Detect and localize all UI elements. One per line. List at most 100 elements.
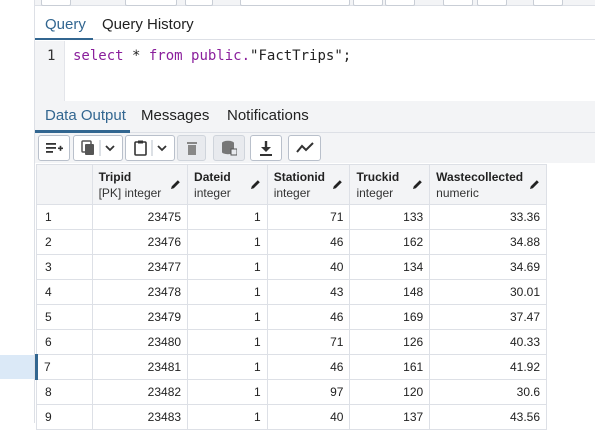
line-gutter: 1 xyxy=(35,41,65,101)
row-number-header[interactable] xyxy=(36,164,93,205)
row-number[interactable]: 2 xyxy=(36,229,93,255)
table-row[interactable]: 5 23479 1 46 169 37.47 xyxy=(36,304,547,330)
table-cell[interactable]: 37.47 xyxy=(429,304,547,330)
table-body: 1 23475 1 71 133 33.36 2 23476 1 46 162 34.88 3 23477… xyxy=(35,204,547,430)
table-cell[interactable]: 43 xyxy=(266,279,351,305)
column-header-wastecollected[interactable]: Wastecollected numeric xyxy=(429,164,547,205)
table-cell[interactable]: 162 xyxy=(349,229,431,255)
table-cell[interactable]: 1 xyxy=(187,379,268,405)
table-cell[interactable]: 23475 xyxy=(91,204,189,230)
table-cell[interactable]: 126 xyxy=(349,329,431,355)
table-cell[interactable]: 23482 xyxy=(91,379,189,405)
table-row[interactable]: 6 23480 1 71 126 40.33 xyxy=(36,329,547,355)
table-cell[interactable]: 1 xyxy=(187,279,268,305)
table-cell[interactable]: 23481 xyxy=(91,354,189,380)
table-cell[interactable]: 34.69 xyxy=(429,254,547,280)
row-number[interactable]: 7 xyxy=(35,354,93,380)
graph-visualiser-button[interactable] xyxy=(288,135,321,161)
column-name: Wastecollected xyxy=(436,170,524,184)
table-cell[interactable]: 23483 xyxy=(91,404,189,430)
table-cell[interactable]: 161 xyxy=(349,354,431,380)
table-cell[interactable]: 40.33 xyxy=(429,329,547,355)
tab-query[interactable]: Query xyxy=(45,16,86,33)
edit-icon[interactable] xyxy=(170,179,181,190)
tab-query-history[interactable]: Query History xyxy=(102,16,194,33)
row-number[interactable]: 6 xyxy=(36,329,93,355)
table-cell[interactable]: 1 xyxy=(187,254,268,280)
table-cell[interactable]: 1 xyxy=(187,229,268,255)
table-cell[interactable]: 43.56 xyxy=(429,404,547,430)
download-button[interactable] xyxy=(250,135,282,161)
keyword-select: select xyxy=(73,48,124,64)
table-cell[interactable]: 30.01 xyxy=(429,279,547,305)
table-cell[interactable]: 97 xyxy=(266,379,351,405)
table-cell[interactable]: 1 xyxy=(187,304,268,330)
table-cell[interactable]: 34.88 xyxy=(429,229,547,255)
row-number[interactable]: 4 xyxy=(36,279,93,305)
column-header-dateid[interactable]: Dateid integer xyxy=(187,164,268,205)
table-cell[interactable]: 1 xyxy=(187,329,268,355)
table-cell[interactable]: 23477 xyxy=(91,254,189,280)
delete-icon xyxy=(186,142,197,155)
table-cell[interactable]: 71 xyxy=(266,204,351,230)
add-row-button[interactable] xyxy=(38,135,70,161)
table-row[interactable]: 8 23482 1 97 120 30.6 xyxy=(36,379,547,405)
table-cell[interactable]: 1 xyxy=(187,354,268,380)
row-number[interactable]: 8 xyxy=(36,379,93,405)
column-type: numeric xyxy=(436,186,479,200)
table-cell[interactable]: 1 xyxy=(187,204,268,230)
table-cell[interactable]: 71 xyxy=(266,329,351,355)
table-cell[interactable]: 46 xyxy=(266,229,351,255)
table-cell[interactable]: 133 xyxy=(349,204,431,230)
table-row[interactable]: 9 23483 1 40 137 43.56 xyxy=(36,404,547,430)
table-cell[interactable]: 40 xyxy=(266,254,351,280)
row-number[interactable]: 3 xyxy=(36,254,93,280)
paste-button[interactable] xyxy=(125,135,175,161)
table-cell[interactable]: 137 xyxy=(349,404,431,430)
table-cell[interactable]: 23480 xyxy=(91,329,189,355)
table-cell[interactable]: 33.36 xyxy=(429,204,547,230)
column-header-truckid[interactable]: Truckid integer xyxy=(349,164,431,205)
explorer-selected-item[interactable] xyxy=(0,355,34,379)
sql-editor[interactable]: 1 select * from public."FactTrips"; xyxy=(35,41,595,101)
table-cell[interactable]: 46 xyxy=(266,354,351,380)
column-header-stationid[interactable]: Stationid integer xyxy=(266,164,351,205)
column-header-tripid[interactable]: Tripid [PK] integer xyxy=(91,164,189,205)
table-cell[interactable]: 120 xyxy=(349,379,431,405)
paste-icon xyxy=(134,140,167,156)
table-cell[interactable]: 30.6 xyxy=(429,379,547,405)
table-row[interactable]: 4 23478 1 43 148 30.01 xyxy=(36,279,547,305)
table-row[interactable]: 7 23481 1 46 161 41.92 xyxy=(35,354,547,380)
data-output-toolbar xyxy=(35,133,595,163)
table-cell[interactable]: 23479 xyxy=(91,304,189,330)
save-data-button[interactable] xyxy=(213,135,245,161)
table-cell[interactable]: 23478 xyxy=(91,279,189,305)
table-cell[interactable]: 41.92 xyxy=(429,354,547,380)
tab-notifications[interactable]: Notifications xyxy=(227,107,309,124)
table-cell[interactable]: 40 xyxy=(266,404,351,430)
graph-icon xyxy=(295,142,314,153)
table-cell[interactable]: 169 xyxy=(349,304,431,330)
operator: * xyxy=(123,48,149,64)
edit-icon[interactable] xyxy=(332,179,343,190)
delete-button[interactable] xyxy=(177,135,206,161)
sql-code[interactable]: select * from public."FactTrips"; xyxy=(73,48,351,64)
row-number[interactable]: 5 xyxy=(36,304,93,330)
table-cell[interactable]: 134 xyxy=(349,254,431,280)
table-row[interactable]: 2 23476 1 46 162 34.88 xyxy=(36,229,547,255)
row-number[interactable]: 1 xyxy=(36,204,93,230)
table-row[interactable]: 3 23477 1 40 134 34.69 xyxy=(36,254,547,280)
table-cell[interactable]: 148 xyxy=(349,279,431,305)
edit-icon[interactable] xyxy=(529,179,540,190)
table-cell[interactable]: 1 xyxy=(187,404,268,430)
tab-data-output[interactable]: Data Output xyxy=(45,107,126,124)
table-row[interactable]: 1 23475 1 71 133 33.36 xyxy=(36,204,547,230)
edit-icon[interactable] xyxy=(250,179,261,190)
table-cell[interactable]: 46 xyxy=(266,304,351,330)
table-name: "FactTrips"; xyxy=(250,48,352,64)
tab-messages[interactable]: Messages xyxy=(141,107,209,124)
row-number[interactable]: 9 xyxy=(36,404,93,430)
table-cell[interactable]: 23476 xyxy=(91,229,189,255)
edit-icon[interactable] xyxy=(412,179,423,190)
copy-button[interactable] xyxy=(73,135,123,161)
